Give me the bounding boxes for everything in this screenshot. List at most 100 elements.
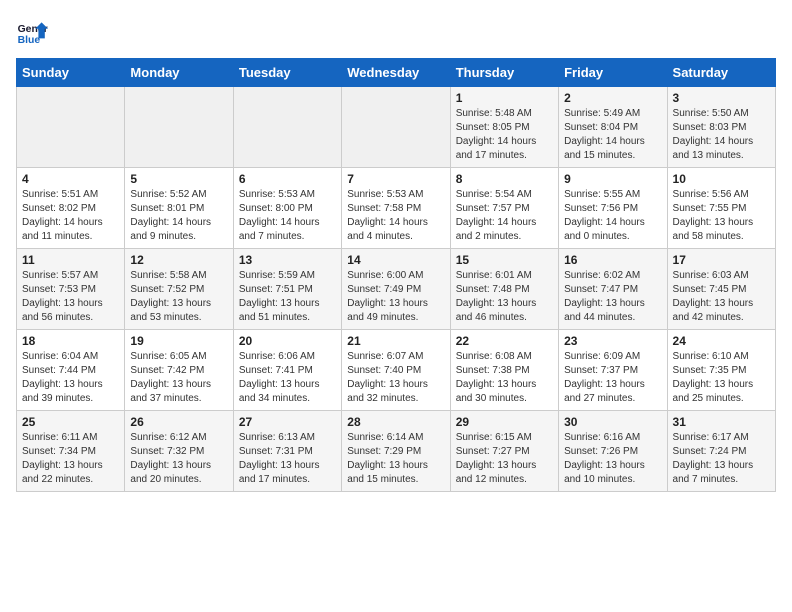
weekday-header: Tuesday <box>233 59 341 87</box>
calendar-cell: 22 Sunrise: 6:08 AM Sunset: 7:38 PM Dayli… <box>450 330 558 411</box>
day-number: 17 <box>673 253 770 267</box>
day-number: 21 <box>347 334 444 348</box>
page-header: General Blue <box>16 16 776 48</box>
calendar-cell: 5 Sunrise: 5:52 AM Sunset: 8:01 PM Daylig… <box>125 168 233 249</box>
day-number: 10 <box>673 172 770 186</box>
day-info: Sunrise: 5:48 AM Sunset: 8:05 PM Dayligh… <box>456 107 553 163</box>
day-number: 27 <box>239 415 336 429</box>
calendar-cell: 29Sunrise: 6:15 AM Sunset: 7:27 PM Dayli… <box>450 411 558 492</box>
day-info: Sunrise: 6:14 AM Sunset: 7:29 PM Dayligh… <box>347 431 444 487</box>
calendar-cell: 23 Sunrise: 6:09 AM Sunset: 7:37 PM Dayli… <box>559 330 667 411</box>
calendar-cell: 27 Sunrise: 6:13 AM Sunset: 7:31 PM Dayli… <box>233 411 341 492</box>
calendar-cell <box>125 87 233 168</box>
day-info: Sunrise: 6:11 AM Sunset: 7:34 PM Dayligh… <box>22 431 119 487</box>
day-number: 15 <box>456 253 553 267</box>
day-info: Sunrise: 5:58 AM Sunset: 7:52 PM Dayligh… <box>130 269 227 325</box>
day-number: 4 <box>22 172 119 186</box>
day-number: 1 <box>456 91 553 105</box>
day-number: 12 <box>130 253 227 267</box>
calendar-cell: 1 Sunrise: 5:48 AM Sunset: 8:05 PM Daylig… <box>450 87 558 168</box>
svg-text:Blue: Blue <box>18 35 41 46</box>
day-info: Sunrise: 6:06 AM Sunset: 7:41 PM Dayligh… <box>239 350 336 406</box>
weekday-header: Wednesday <box>342 59 450 87</box>
calendar-cell: 26Sunrise: 6:12 AM Sunset: 7:32 PM Dayli… <box>125 411 233 492</box>
weekday-header: Monday <box>125 59 233 87</box>
day-number: 11 <box>22 253 119 267</box>
day-number: 23 <box>564 334 661 348</box>
day-info: Sunrise: 6:01 AM Sunset: 7:48 PM Dayligh… <box>456 269 553 325</box>
calendar-cell: 19Sunrise: 6:05 AM Sunset: 7:42 PM Dayli… <box>125 330 233 411</box>
calendar-cell: 20 Sunrise: 6:06 AM Sunset: 7:41 PM Dayli… <box>233 330 341 411</box>
calendar-table: SundayMondayTuesdayWednesdayThursdayFrid… <box>16 58 776 492</box>
calendar-cell <box>233 87 341 168</box>
day-info: Sunrise: 6:05 AM Sunset: 7:42 PM Dayligh… <box>130 350 227 406</box>
day-number: 13 <box>239 253 336 267</box>
weekday-header: Sunday <box>17 59 125 87</box>
day-info: Sunrise: 6:09 AM Sunset: 7:37 PM Dayligh… <box>564 350 661 406</box>
calendar-cell <box>17 87 125 168</box>
calendar-cell: 18Sunrise: 6:04 AM Sunset: 7:44 PM Dayli… <box>17 330 125 411</box>
day-number: 20 <box>239 334 336 348</box>
calendar-week-row: 11Sunrise: 5:57 AM Sunset: 7:53 PM Dayli… <box>17 249 776 330</box>
logo-icon: General Blue <box>16 16 48 48</box>
calendar-week-row: 18Sunrise: 6:04 AM Sunset: 7:44 PM Dayli… <box>17 330 776 411</box>
calendar-cell: 21 Sunrise: 6:07 AM Sunset: 7:40 PM Dayli… <box>342 330 450 411</box>
day-info: Sunrise: 5:49 AM Sunset: 8:04 PM Dayligh… <box>564 107 661 163</box>
calendar-week-row: 25Sunrise: 6:11 AM Sunset: 7:34 PM Dayli… <box>17 411 776 492</box>
calendar-cell: 7Sunrise: 5:53 AM Sunset: 7:58 PM Daylig… <box>342 168 450 249</box>
calendar-cell: 11Sunrise: 5:57 AM Sunset: 7:53 PM Dayli… <box>17 249 125 330</box>
calendar-cell: 6 Sunrise: 5:53 AM Sunset: 8:00 PM Daylig… <box>233 168 341 249</box>
calendar-cell: 9 Sunrise: 5:55 AM Sunset: 7:56 PM Daylig… <box>559 168 667 249</box>
day-info: Sunrise: 5:53 AM Sunset: 7:58 PM Dayligh… <box>347 188 444 244</box>
day-info: Sunrise: 5:50 AM Sunset: 8:03 PM Dayligh… <box>673 107 770 163</box>
day-info: Sunrise: 5:52 AM Sunset: 8:01 PM Dayligh… <box>130 188 227 244</box>
day-info: Sunrise: 5:59 AM Sunset: 7:51 PM Dayligh… <box>239 269 336 325</box>
day-number: 18 <box>22 334 119 348</box>
day-number: 31 <box>673 415 770 429</box>
calendar-cell: 28 Sunrise: 6:14 AM Sunset: 7:29 PM Dayli… <box>342 411 450 492</box>
day-number: 3 <box>673 91 770 105</box>
calendar-cell: 17Sunrise: 6:03 AM Sunset: 7:45 PM Dayli… <box>667 249 775 330</box>
calendar-body: 1 Sunrise: 5:48 AM Sunset: 8:05 PM Daylig… <box>17 87 776 492</box>
calendar-cell: 8Sunrise: 5:54 AM Sunset: 7:57 PM Daylig… <box>450 168 558 249</box>
day-number: 24 <box>673 334 770 348</box>
calendar-header: SundayMondayTuesdayWednesdayThursdayFrid… <box>17 59 776 87</box>
weekday-header: Friday <box>559 59 667 87</box>
calendar-cell: 3 Sunrise: 5:50 AM Sunset: 8:03 PM Daylig… <box>667 87 775 168</box>
day-number: 9 <box>564 172 661 186</box>
calendar-cell: 10Sunrise: 5:56 AM Sunset: 7:55 PM Dayli… <box>667 168 775 249</box>
day-number: 6 <box>239 172 336 186</box>
day-number: 14 <box>347 253 444 267</box>
day-info: Sunrise: 6:02 AM Sunset: 7:47 PM Dayligh… <box>564 269 661 325</box>
weekday-header: Thursday <box>450 59 558 87</box>
logo: General Blue <box>16 16 48 48</box>
calendar-cell: 31 Sunrise: 6:17 AM Sunset: 7:24 PM Dayli… <box>667 411 775 492</box>
calendar-cell: 24Sunrise: 6:10 AM Sunset: 7:35 PM Dayli… <box>667 330 775 411</box>
day-info: Sunrise: 5:51 AM Sunset: 8:02 PM Dayligh… <box>22 188 119 244</box>
calendar-cell: 30Sunrise: 6:16 AM Sunset: 7:26 PM Dayli… <box>559 411 667 492</box>
day-number: 5 <box>130 172 227 186</box>
day-info: Sunrise: 6:13 AM Sunset: 7:31 PM Dayligh… <box>239 431 336 487</box>
day-info: Sunrise: 6:17 AM Sunset: 7:24 PM Dayligh… <box>673 431 770 487</box>
calendar-cell: 12 Sunrise: 5:58 AM Sunset: 7:52 PM Dayli… <box>125 249 233 330</box>
calendar-cell: 2 Sunrise: 5:49 AM Sunset: 8:04 PM Daylig… <box>559 87 667 168</box>
calendar-week-row: 1 Sunrise: 5:48 AM Sunset: 8:05 PM Daylig… <box>17 87 776 168</box>
calendar-cell: 14 Sunrise: 6:00 AM Sunset: 7:49 PM Dayli… <box>342 249 450 330</box>
calendar-cell: 16Sunrise: 6:02 AM Sunset: 7:47 PM Dayli… <box>559 249 667 330</box>
day-number: 28 <box>347 415 444 429</box>
day-number: 2 <box>564 91 661 105</box>
day-number: 30 <box>564 415 661 429</box>
day-info: Sunrise: 6:07 AM Sunset: 7:40 PM Dayligh… <box>347 350 444 406</box>
calendar-week-row: 4 Sunrise: 5:51 AM Sunset: 8:02 PM Daylig… <box>17 168 776 249</box>
weekday-header: Saturday <box>667 59 775 87</box>
day-info: Sunrise: 5:54 AM Sunset: 7:57 PM Dayligh… <box>456 188 553 244</box>
day-info: Sunrise: 6:08 AM Sunset: 7:38 PM Dayligh… <box>456 350 553 406</box>
calendar-cell: 13 Sunrise: 5:59 AM Sunset: 7:51 PM Dayli… <box>233 249 341 330</box>
day-info: Sunrise: 5:55 AM Sunset: 7:56 PM Dayligh… <box>564 188 661 244</box>
day-number: 22 <box>456 334 553 348</box>
day-number: 29 <box>456 415 553 429</box>
day-info: Sunrise: 5:53 AM Sunset: 8:00 PM Dayligh… <box>239 188 336 244</box>
calendar-cell <box>342 87 450 168</box>
calendar-cell: 15 Sunrise: 6:01 AM Sunset: 7:48 PM Dayli… <box>450 249 558 330</box>
day-info: Sunrise: 6:00 AM Sunset: 7:49 PM Dayligh… <box>347 269 444 325</box>
